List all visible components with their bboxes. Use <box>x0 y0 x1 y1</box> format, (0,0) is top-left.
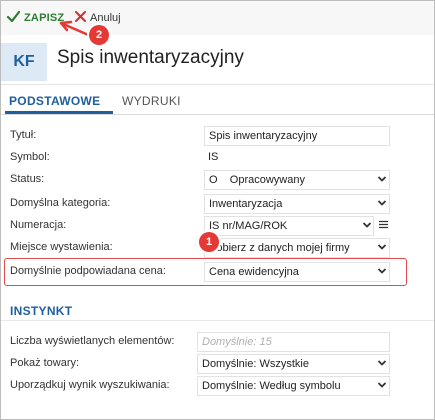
annotation-arrow <box>59 20 95 39</box>
window: ZAPISZ Anuluj KF Spis inwentaryzacyjny P… <box>0 0 435 420</box>
annotation-badge-2: 2 <box>89 25 109 45</box>
annotation-badge-1: 1 <box>199 232 219 252</box>
